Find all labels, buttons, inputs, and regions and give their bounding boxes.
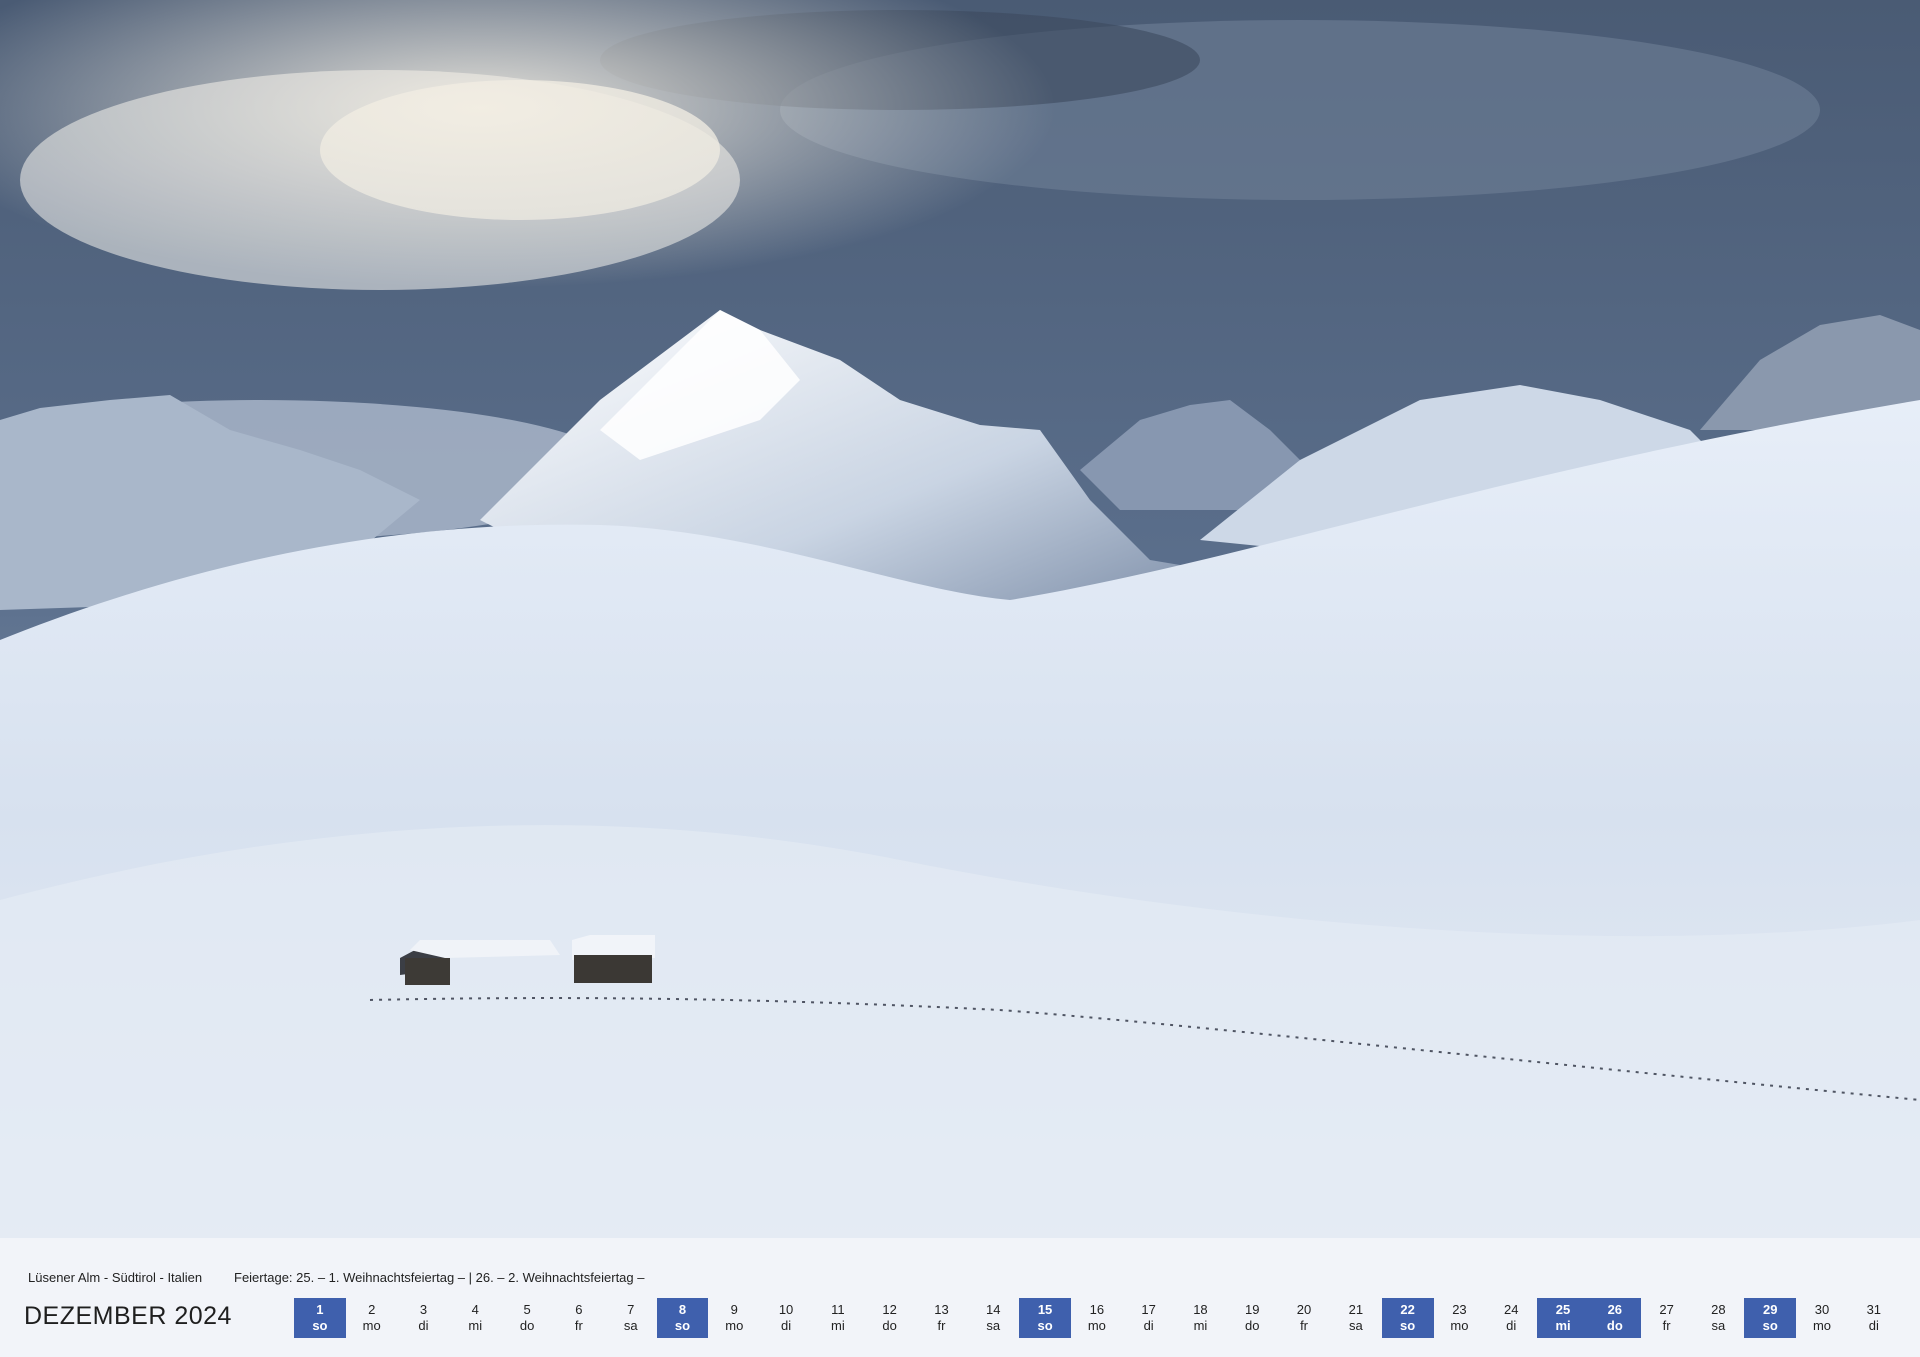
day-number: 11	[831, 1302, 845, 1317]
month-title: DEZEMBER 2024	[24, 1302, 232, 1330]
day-cell-29: 29 so	[1744, 1298, 1797, 1338]
day-cell-18: 18 mi	[1175, 1298, 1227, 1338]
day-number: 7	[627, 1302, 635, 1317]
weekday-label: di	[1868, 1318, 1879, 1333]
day-number: 28	[1711, 1302, 1726, 1317]
day-cell-24: 24 di	[1485, 1298, 1537, 1338]
day-number: 5	[523, 1302, 531, 1317]
day-cell-19: 19 do	[1226, 1298, 1278, 1338]
weekday-label: fr	[574, 1318, 583, 1333]
day-number: 26	[1607, 1302, 1623, 1317]
day-cell-28: 28 sa	[1693, 1298, 1745, 1338]
day-cell-15: 15 so	[1019, 1298, 1071, 1338]
weekday-label: so	[312, 1318, 328, 1333]
weekday-label: do	[882, 1318, 897, 1333]
day-cell-6: 6 fr	[553, 1298, 605, 1338]
day-cell-31: 31 di	[1848, 1298, 1900, 1338]
landscape-photo	[0, 0, 1920, 1238]
day-number: 17	[1141, 1302, 1156, 1317]
weekday-label: mo	[1812, 1318, 1832, 1333]
day-number: 22	[1400, 1302, 1415, 1317]
day-cell-8: 8 so	[656, 1298, 709, 1338]
day-cell-25: 25 mi	[1537, 1298, 1589, 1338]
weekday-label: mi	[468, 1318, 483, 1333]
day-cell-30: 30 mo	[1796, 1298, 1848, 1338]
weekday-label: fr	[937, 1318, 946, 1333]
day-number: 31	[1866, 1302, 1882, 1317]
day-number: 2	[368, 1302, 376, 1317]
day-number: 10	[778, 1302, 794, 1317]
day-cell-22: 22 so	[1381, 1298, 1434, 1338]
weekday-label: fr	[1300, 1318, 1309, 1333]
day-cell-23: 23 mo	[1434, 1298, 1486, 1338]
weekday-label: so	[1037, 1318, 1053, 1333]
weekday-label: sa	[986, 1318, 1001, 1333]
day-cell-20: 20 fr	[1278, 1298, 1330, 1338]
weekday-label: do	[1245, 1318, 1260, 1333]
weekday-label: di	[781, 1318, 792, 1333]
day-number: 27	[1659, 1302, 1674, 1317]
day-number: 29	[1762, 1302, 1778, 1317]
weekday-label: do	[1606, 1318, 1623, 1333]
day-number: 24	[1503, 1302, 1519, 1317]
day-number: 3	[419, 1302, 428, 1317]
weekday-label: sa	[623, 1318, 638, 1333]
day-row: 1 so 2 mo 3 di 4 mi 5 do 6 fr 7 sa 8 so 9 mo 10 di 11 mi 12 do 1…	[294, 1298, 1904, 1338]
day-cell-9: 9 mo	[708, 1298, 760, 1338]
weekday-label: so	[1762, 1318, 1778, 1333]
day-number: 14	[986, 1302, 1001, 1317]
day-number: 23	[1452, 1302, 1467, 1317]
day-cell-27: 27 fr	[1641, 1298, 1693, 1338]
weekday-label: mi	[1193, 1318, 1208, 1333]
day-number: 15	[1037, 1302, 1053, 1317]
calendar-strip: Lüsener Alm - Südtirol - Italien Feierta…	[0, 1238, 1920, 1357]
day-number: 19	[1245, 1302, 1260, 1317]
weekday-label: sa	[1711, 1318, 1726, 1333]
day-cell-26: 26 do	[1588, 1298, 1641, 1338]
day-number: 21	[1348, 1302, 1364, 1317]
day-number: 12	[882, 1302, 897, 1317]
weekday-label: do	[519, 1318, 535, 1333]
day-cell-11: 11 mi	[812, 1298, 864, 1338]
weekday-label: fr	[1662, 1318, 1671, 1333]
weekday-label: di	[418, 1318, 429, 1333]
weekday-label: mo	[362, 1318, 381, 1333]
day-cell-4: 4 mi	[449, 1298, 501, 1338]
weekday-label: sa	[1348, 1318, 1363, 1333]
day-number: 8	[678, 1302, 687, 1317]
weekday-label: mi	[831, 1318, 845, 1333]
weekday-label: di	[1506, 1318, 1517, 1333]
day-cell-12: 12 do	[864, 1298, 916, 1338]
weekday-label: so	[674, 1318, 691, 1333]
day-cell-13: 13 fr	[916, 1298, 968, 1338]
weekday-label: mo	[1087, 1318, 1106, 1333]
day-cell-16: 16 mo	[1071, 1298, 1123, 1338]
weekday-label: so	[1400, 1318, 1416, 1333]
day-number: 1	[316, 1302, 324, 1317]
day-number: 6	[575, 1302, 583, 1317]
day-cell-7: 7 sa	[605, 1298, 657, 1338]
holidays-note: Feiertage: 25. – 1. Weihnachtsfeiertag –…	[234, 1270, 645, 1285]
day-cell-17: 17 di	[1123, 1298, 1175, 1338]
day-cell-10: 10 di	[760, 1298, 812, 1338]
weekday-label: mo	[1450, 1318, 1469, 1333]
day-cell-1: 1 so	[294, 1298, 346, 1338]
day-cell-2: 2 mo	[346, 1298, 398, 1338]
day-cell-3: 3 di	[398, 1298, 450, 1338]
day-number: 30	[1814, 1302, 1830, 1317]
photo-location-caption: Lüsener Alm - Südtirol - Italien	[28, 1270, 203, 1285]
day-number: 16	[1089, 1302, 1105, 1317]
day-cell-14: 14 sa	[967, 1298, 1019, 1338]
day-cell-21: 21 sa	[1330, 1298, 1382, 1338]
day-number: 4	[471, 1302, 479, 1317]
day-number: 9	[730, 1302, 738, 1317]
day-number: 13	[934, 1302, 949, 1317]
weekday-label: mi	[1555, 1318, 1571, 1333]
weekday-label: mo	[725, 1318, 744, 1333]
day-cell-5: 5 do	[501, 1298, 553, 1338]
weekday-label: di	[1143, 1318, 1154, 1333]
day-number: 18	[1193, 1302, 1208, 1317]
day-number: 25	[1555, 1302, 1571, 1317]
day-number: 20	[1296, 1302, 1312, 1317]
